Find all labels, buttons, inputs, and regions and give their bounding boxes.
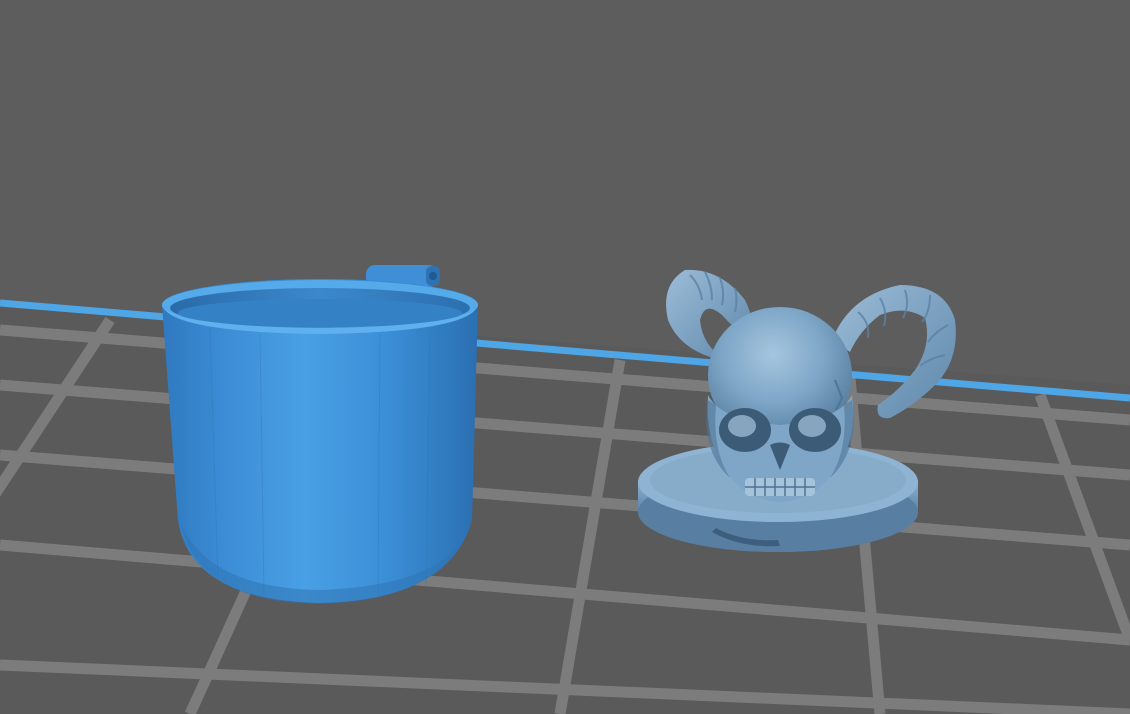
3d-viewport[interactable] (0, 0, 1130, 714)
scene-canvas[interactable] (0, 0, 1130, 714)
cup-model[interactable] (162, 265, 478, 604)
